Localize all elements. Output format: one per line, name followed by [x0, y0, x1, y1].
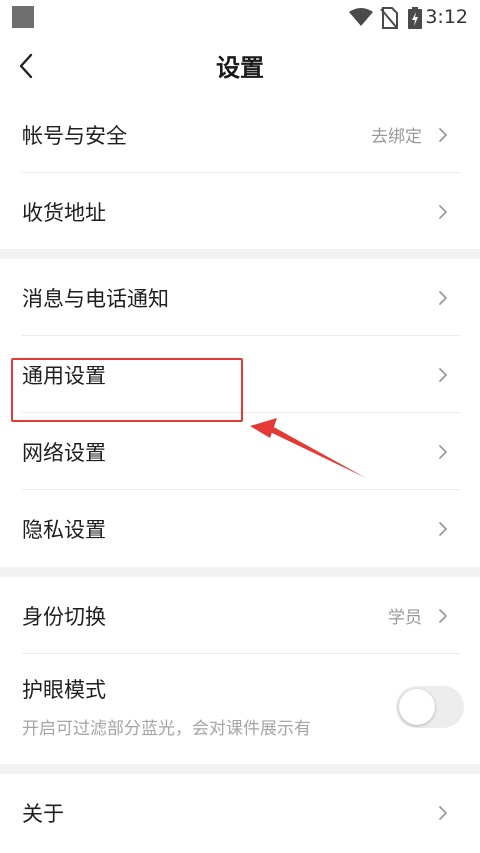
- settings-row-network[interactable]: 网络设置: [0, 413, 480, 490]
- settings-row-privacy[interactable]: 隐私设置: [0, 490, 480, 567]
- general-group: 消息与电话通知 通用设置 网络设置 隐私设置: [0, 259, 480, 567]
- settings-row-account-security[interactable]: 帐号与安全 去绑定: [0, 96, 480, 173]
- settings-row-switch-role[interactable]: 身份切换 学员: [0, 577, 480, 654]
- chevron-right-icon: [436, 365, 450, 385]
- row-label: 隐私设置: [22, 517, 106, 542]
- chevron-right-icon: [436, 125, 450, 145]
- app-square-icon: [12, 6, 34, 28]
- row-description: 开启可过滤部分蓝光，会对课件展示有: [22, 719, 311, 739]
- row-label: 关于: [22, 801, 64, 826]
- toggle-knob: [399, 689, 435, 725]
- chevron-right-icon: [436, 803, 450, 823]
- row-value: 去绑定: [371, 127, 422, 147]
- row-label: 通用设置: [22, 363, 106, 388]
- section-gap: [0, 567, 480, 577]
- row-label: 护眼模式: [22, 678, 106, 702]
- row-label: 帐号与安全: [22, 123, 127, 148]
- row-label: 身份切换: [22, 604, 106, 629]
- row-label: 网络设置: [22, 440, 106, 465]
- chevron-right-icon: [436, 288, 450, 308]
- status-bar: 3:12: [0, 0, 480, 34]
- about-group: 关于: [0, 774, 480, 851]
- chevron-right-icon: [436, 606, 450, 626]
- no-sim-icon: [380, 7, 398, 29]
- settings-row-general[interactable]: 通用设置: [0, 336, 480, 413]
- chevron-right-icon: [436, 202, 450, 222]
- settings-row-shipping-address[interactable]: 收货地址: [0, 173, 480, 250]
- row-value: 学员: [388, 608, 422, 628]
- section-gap: [0, 764, 480, 774]
- row-label: 收货地址: [22, 200, 106, 225]
- settings-row-about[interactable]: 关于: [0, 774, 480, 851]
- eye-protection-toggle[interactable]: [396, 686, 464, 728]
- battery-charging-icon: [408, 7, 422, 29]
- section-gap: [0, 249, 480, 259]
- chevron-right-icon: [436, 519, 450, 539]
- settings-row-notifications[interactable]: 消息与电话通知: [0, 259, 480, 336]
- settings-row-eye-protection: 护眼模式 开启可过滤部分蓝光，会对课件展示有: [0, 654, 480, 764]
- wifi-icon: [349, 8, 373, 26]
- page-title: 设置: [216, 54, 264, 82]
- identity-group: 身份切换 学员 护眼模式 开启可过滤部分蓝光，会对课件展示有: [0, 577, 480, 764]
- row-label: 消息与电话通知: [22, 286, 169, 311]
- chevron-right-icon: [436, 442, 450, 462]
- status-time: 3:12: [425, 6, 468, 28]
- nav-bar: 设置: [0, 34, 480, 98]
- settings-screen: 3:12 设置 帐号与安全 去绑定 收货地址 消息与电话通知 通用设置 网络设置…: [0, 0, 480, 853]
- account-group: 帐号与安全 去绑定 收货地址: [0, 96, 480, 250]
